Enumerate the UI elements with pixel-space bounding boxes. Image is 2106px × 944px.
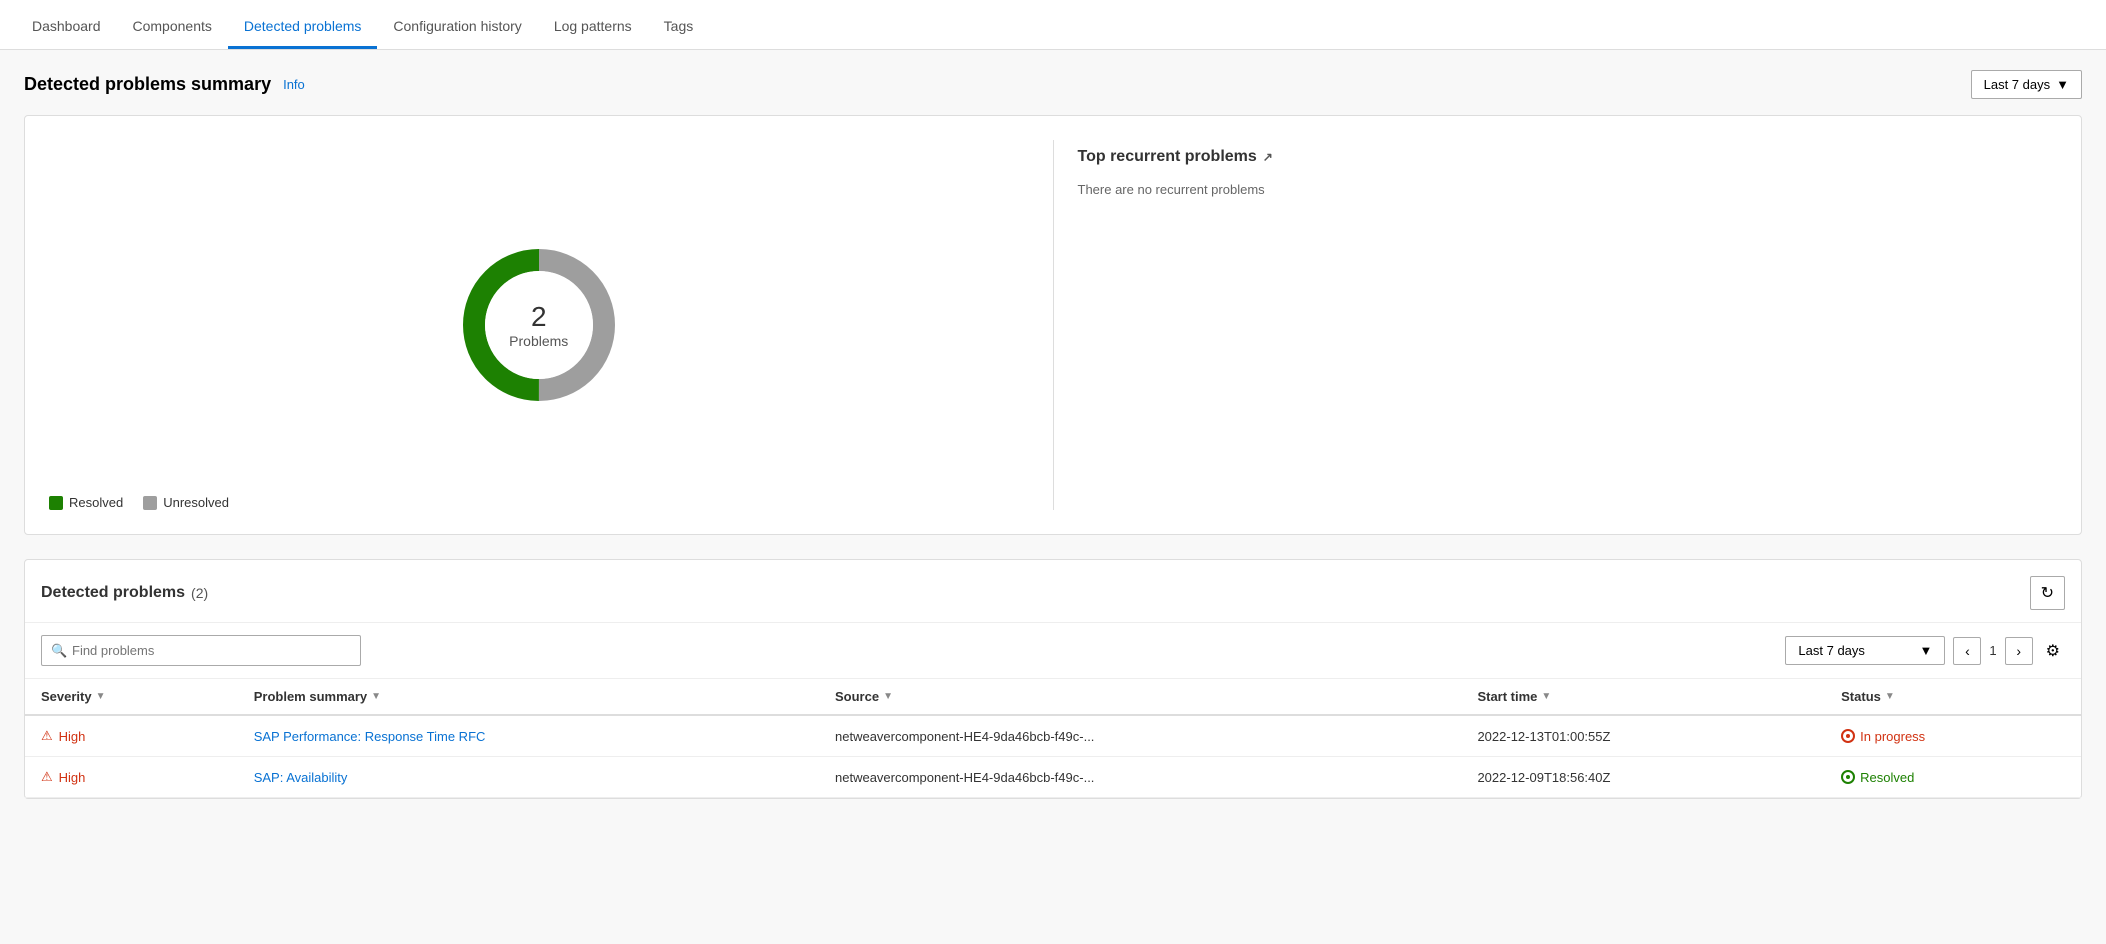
search-icon: 🔍	[51, 643, 67, 659]
table-row: ⚠ High SAP Performance: Response Time RF…	[25, 715, 2081, 757]
unresolved-label: Unresolved	[163, 495, 229, 510]
donut-label: Problems	[509, 333, 568, 349]
legend-resolved: Resolved	[49, 495, 123, 510]
chart-legend: Resolved Unresolved	[49, 495, 229, 510]
start-time-cell-1: 2022-12-13T01:00:55Z	[1461, 715, 1825, 757]
search-input[interactable]	[41, 635, 361, 666]
sort-icon-source[interactable]: ▼	[883, 691, 893, 702]
sort-icon-start-time[interactable]: ▼	[1541, 691, 1551, 702]
summary-title-group: Detected problems summary Info	[24, 74, 305, 95]
unresolved-color-dot	[143, 496, 157, 510]
summary-time-filter[interactable]: Last 7 days ▼	[1971, 70, 2082, 99]
table-count: (2)	[191, 585, 208, 601]
col-source: Source ▼	[819, 679, 1461, 715]
problem-summary-link-2[interactable]: SAP: Availability	[254, 770, 348, 785]
recurrent-title: Top recurrent problems ↗	[1078, 148, 2058, 166]
sort-icon-status[interactable]: ▼	[1885, 691, 1895, 702]
tab-log-patterns[interactable]: Log patterns	[538, 6, 648, 49]
source-cell-1: netweavercomponent-HE4-9da46bcb-f49c-...	[819, 715, 1461, 757]
start-time-cell-2: 2022-12-09T18:56:40Z	[1461, 757, 1825, 798]
problem-summary-cell-1: SAP Performance: Response Time RFC	[238, 715, 819, 757]
info-link[interactable]: Info	[283, 77, 305, 92]
problems-table: Severity ▼ Problem summary ▼ Source	[25, 679, 2081, 798]
sort-icon-problem-summary[interactable]: ▼	[371, 691, 381, 702]
warning-icon-1: ⚠	[41, 728, 53, 744]
summary-panel: 2 Problems Resolved Unresolved T	[24, 115, 2082, 535]
summary-section-header: Detected problems summary Info Last 7 da…	[24, 70, 2082, 99]
panel-divider	[1053, 140, 1054, 510]
detected-problems-table-section: Detected problems (2) ↻ 🔍 Last 7 days ▼ …	[24, 559, 2082, 799]
sort-icon-severity[interactable]: ▼	[96, 691, 106, 702]
table-title: Detected problems	[41, 584, 185, 602]
problem-summary-cell-2: SAP: Availability	[238, 757, 819, 798]
table-title-group: Detected problems (2)	[41, 584, 208, 602]
status-cell-2: Resolved	[1825, 757, 2081, 798]
tab-dashboard[interactable]: Dashboard	[16, 6, 117, 49]
next-page-button[interactable]: ›	[2005, 637, 2033, 665]
severity-cell-2: ⚠ High	[25, 757, 238, 798]
tab-components[interactable]: Components	[117, 6, 228, 49]
source-cell-2: netweavercomponent-HE4-9da46bcb-f49c-...	[819, 757, 1461, 798]
donut-center: 2 Problems	[509, 301, 568, 349]
warning-icon-2: ⚠	[41, 769, 53, 785]
top-navigation: Dashboard Components Detected problems C…	[0, 0, 2106, 50]
status-icon-inprogress	[1841, 729, 1855, 743]
table-settings-button[interactable]: ⚙	[2041, 636, 2065, 666]
resolved-color-dot	[49, 496, 63, 510]
table-header: Severity ▼ Problem summary ▼ Source	[25, 679, 2081, 715]
summary-title: Detected problems summary	[24, 74, 271, 95]
prev-page-button[interactable]: ‹	[1953, 637, 1981, 665]
no-recurrent-text: There are no recurrent problems	[1078, 182, 2058, 197]
problem-summary-link-1[interactable]: SAP Performance: Response Time RFC	[254, 729, 486, 744]
col-severity: Severity ▼	[25, 679, 238, 715]
col-start-time: Start time ▼	[1461, 679, 1825, 715]
table-header-row: Detected problems (2) ↻	[25, 560, 2081, 623]
col-problem-summary: Problem summary ▼	[238, 679, 819, 715]
tab-tags[interactable]: Tags	[648, 6, 710, 49]
search-bar: 🔍 Last 7 days ▼ ‹ 1 › ⚙	[25, 623, 2081, 679]
recurrent-section: Top recurrent problems ↗ There are no re…	[1078, 140, 2058, 510]
status-cell-1: In progress	[1825, 715, 2081, 757]
chevron-down-icon: ▼	[2056, 77, 2069, 92]
page-number: 1	[1989, 643, 1996, 658]
legend-unresolved: Unresolved	[143, 495, 229, 510]
table-row: ⚠ High SAP: Availability netweavercompon…	[25, 757, 2081, 798]
chevron-down-icon-table: ▼	[1920, 643, 1933, 658]
table-body: ⚠ High SAP Performance: Response Time RF…	[25, 715, 2081, 798]
refresh-button[interactable]: ↻	[2030, 576, 2065, 610]
chart-section: 2 Problems Resolved Unresolved	[49, 140, 1029, 510]
status-icon-resolved	[1841, 770, 1855, 784]
tab-configuration-history[interactable]: Configuration history	[377, 6, 537, 49]
resolved-label: Resolved	[69, 495, 123, 510]
external-link-icon[interactable]: ↗	[1263, 150, 1273, 164]
search-input-wrap: 🔍	[41, 635, 361, 666]
tab-detected-problems[interactable]: Detected problems	[228, 6, 378, 49]
severity-cell-1: ⚠ High	[25, 715, 238, 757]
donut-chart: 2 Problems	[449, 235, 629, 415]
table-time-filter[interactable]: Last 7 days ▼	[1785, 636, 1945, 665]
pagination-wrap: Last 7 days ▼ ‹ 1 › ⚙	[1785, 636, 2065, 666]
donut-total: 2	[509, 301, 568, 333]
main-content: Detected problems summary Info Last 7 da…	[0, 50, 2106, 819]
col-status: Status ▼	[1825, 679, 2081, 715]
